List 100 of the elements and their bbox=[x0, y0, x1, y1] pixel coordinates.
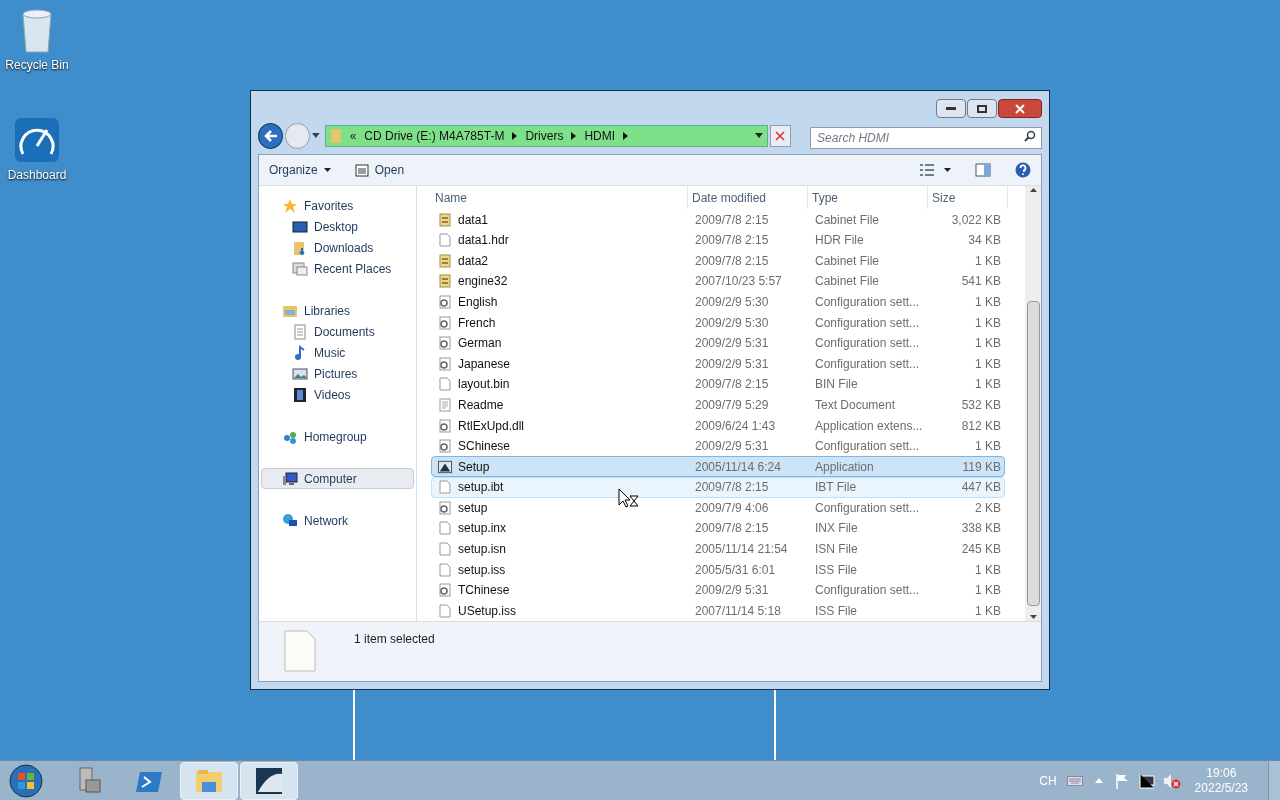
nav-item[interactable]: Pictures bbox=[261, 363, 414, 384]
column-header[interactable]: Size bbox=[928, 186, 1008, 210]
keyboard-icon[interactable] bbox=[1066, 775, 1083, 786]
help-button[interactable] bbox=[1015, 162, 1031, 178]
nav-item[interactable]: Computer bbox=[261, 468, 414, 489]
scrollbar-thumb[interactable] bbox=[1026, 301, 1040, 606]
size-cell-text: 119 KB bbox=[961, 458, 1001, 476]
nav-item[interactable]: Music bbox=[261, 342, 414, 363]
size-cell-text: 2 KB bbox=[974, 499, 1001, 517]
file-icon bbox=[439, 480, 451, 495]
nav-item[interactable]: Favorites bbox=[261, 195, 414, 216]
file-row[interactable]: Japanese 2009/2/9 5:31 Configuration sett... 1 KB bbox=[431, 353, 1005, 375]
maximize-button[interactable] bbox=[967, 99, 997, 118]
date-cell-text: 2009/2/9 5:31 bbox=[694, 438, 770, 456]
list-view-icon bbox=[920, 164, 934, 176]
dropdown-caret-icon[interactable] bbox=[754, 133, 763, 139]
size-cell-text: 338 KB bbox=[960, 520, 1001, 538]
file-row[interactable]: data1.hdr 2009/7/8 2:15 HDR File 34 KB bbox=[431, 230, 1005, 251]
minimize-button[interactable] bbox=[936, 99, 966, 118]
type-cell-text: Configuration sett... bbox=[814, 294, 921, 312]
type-cell-text: Configuration sett... bbox=[814, 438, 921, 456]
file-name: RtlExUpd.dll bbox=[458, 417, 525, 435]
date-cell-text: 2005/11/14 6:24 bbox=[694, 458, 782, 476]
file-row[interactable]: SChinese 2009/2/9 5:31 Configuration sett... 1 KB bbox=[431, 435, 1005, 457]
date-cell-text: 2009/7/8 2:15 bbox=[694, 520, 770, 538]
preview-pane-button[interactable] bbox=[975, 163, 991, 177]
file-row[interactable]: layout.bin 2009/7/8 2:15 BIN File 1 KB bbox=[431, 374, 1005, 395]
nav-item[interactable]: Libraries bbox=[261, 300, 414, 321]
clear-address-button[interactable] bbox=[769, 125, 792, 147]
column-header[interactable]: Name bbox=[431, 186, 688, 210]
file-row[interactable]: setup.ibt 2009/7/8 2:15 IBT File 447 KB bbox=[431, 477, 1005, 498]
desktop-icon[interactable]: Recycle Bin bbox=[0, 6, 74, 74]
file-row[interactable]: data2 2009/7/8 2:15 Cabinet File 1 KB bbox=[431, 250, 1005, 272]
file-row[interactable]: engine32 2007/10/23 5:57 Cabinet File 541 KB bbox=[431, 271, 1005, 292]
breadcrumb-item[interactable]: CD Drive (E:) M4A785T-M bbox=[364, 127, 505, 145]
file-row[interactable]: setup.isn 2005/11/14 21:54 ISN File 245 KB bbox=[431, 538, 1005, 560]
back-button[interactable] bbox=[258, 123, 283, 149]
file-icon bbox=[439, 521, 451, 536]
file-row[interactable]: setup 2009/7/9 4:06 Configuration sett... 2 KB bbox=[431, 497, 1005, 519]
folder-download-icon bbox=[292, 239, 308, 256]
date-cell-text: 2009/7/8 2:15 bbox=[694, 479, 770, 497]
file-row[interactable]: Readme 2009/7/9 5:29 Text Document 532 KB bbox=[431, 394, 1005, 416]
file-row[interactable]: setup.iss 2005/5/31 6:01 ISS File 1 KB bbox=[431, 559, 1005, 580]
nav-item[interactable]: Recent Places bbox=[261, 258, 414, 279]
file-row[interactable]: French 2009/2/9 5:30 Configuration sett... 1 KB bbox=[431, 312, 1005, 333]
view-options-button[interactable] bbox=[920, 164, 951, 176]
file-name: English bbox=[458, 294, 498, 312]
breadcrumb-item[interactable]: Drivers bbox=[525, 127, 564, 145]
column-header[interactable]: Date modified bbox=[688, 186, 808, 210]
file-row[interactable]: Setup 2005/11/14 6:24 Application 119 KB bbox=[431, 456, 1005, 477]
type-cell-text: ISS File bbox=[814, 602, 858, 620]
computer-icon bbox=[282, 470, 298, 487]
nav-item[interactable]: Network bbox=[261, 510, 414, 531]
file-row[interactable]: TChinese 2009/2/9 5:31 Configuration sett... 1 KB bbox=[431, 579, 1005, 601]
size-cell-text: 447 KB bbox=[960, 479, 1001, 497]
date-cell-text: 2009/6/24 1:43 bbox=[694, 417, 777, 435]
nav-item[interactable]: Downloads bbox=[261, 237, 414, 258]
file-row[interactable]: data1 2009/7/8 2:15 Cabinet File 3,022 KB bbox=[431, 209, 1005, 231]
size-cell-text: 1 KB bbox=[974, 355, 1001, 373]
file-icon bbox=[439, 233, 451, 248]
nav-item[interactable]: Documents bbox=[261, 321, 414, 342]
taskbar-button[interactable] bbox=[240, 761, 298, 800]
file-name: Setup bbox=[458, 458, 490, 476]
arrow-right-icon[interactable] bbox=[571, 132, 577, 140]
overflow-chevron[interactable]: « bbox=[349, 127, 357, 145]
arrow-right-icon[interactable] bbox=[512, 132, 518, 140]
recent-places-icon bbox=[292, 260, 308, 277]
breadcrumb-item[interactable]: HDMI bbox=[584, 127, 616, 145]
file-name: setup.iss bbox=[458, 561, 506, 579]
file-name: engine32 bbox=[458, 273, 508, 291]
cabinet-file-icon bbox=[439, 274, 451, 289]
nav-item[interactable]: Videos bbox=[261, 384, 414, 405]
scroll-up-icon bbox=[1029, 188, 1037, 192]
nav-item[interactable]: Homegroup bbox=[261, 426, 414, 447]
arrow-right-icon[interactable] bbox=[623, 132, 629, 140]
file-row[interactable]: USetup.iss 2007/11/14 5:18 ISS File 1 KB bbox=[431, 600, 1005, 622]
file-row[interactable]: German 2009/2/9 5:31 Configuration sett... 1 KB bbox=[431, 332, 1005, 354]
search-field[interactable]: Search HDMI bbox=[810, 127, 1042, 149]
document-icon bbox=[292, 323, 308, 340]
vertical-scrollbar[interactable] bbox=[1025, 186, 1041, 621]
application-icon bbox=[438, 459, 452, 474]
type-cell-text: Configuration sett... bbox=[814, 314, 921, 332]
size-cell-text: 1 KB bbox=[974, 561, 1001, 579]
file-name: SChinese bbox=[458, 438, 511, 456]
column-header[interactable]: Type bbox=[808, 186, 928, 210]
organize-button[interactable]: Organize bbox=[269, 161, 331, 179]
address-bar[interactable]: « CD Drive (E:) M4A785T-M Drivers HDMI bbox=[324, 125, 768, 147]
type-cell-text: IBT File bbox=[814, 479, 858, 497]
file-row[interactable]: setup.inx 2009/7/8 2:15 INX File 338 KB bbox=[431, 518, 1005, 539]
nav-item[interactable]: Desktop bbox=[261, 216, 414, 237]
file-row[interactable]: RtlExUpd.dll 2009/6/24 1:43 Application extens... 812 KB bbox=[431, 415, 1005, 436]
gear-file-icon bbox=[438, 583, 452, 598]
muted-speaker-icon[interactable] bbox=[1162, 772, 1181, 789]
close-icon bbox=[1015, 103, 1025, 114]
close-button[interactable] bbox=[998, 99, 1042, 118]
file-row[interactable]: English 2009/2/9 5:30 Configuration sett... 1 KB bbox=[431, 291, 1005, 313]
desktop-icon[interactable]: Dashboard bbox=[0, 116, 74, 184]
type-cell-text: ISN File bbox=[814, 541, 859, 558]
open-button[interactable]: Open bbox=[354, 161, 405, 179]
size-cell-text: 1 KB bbox=[974, 438, 1001, 456]
